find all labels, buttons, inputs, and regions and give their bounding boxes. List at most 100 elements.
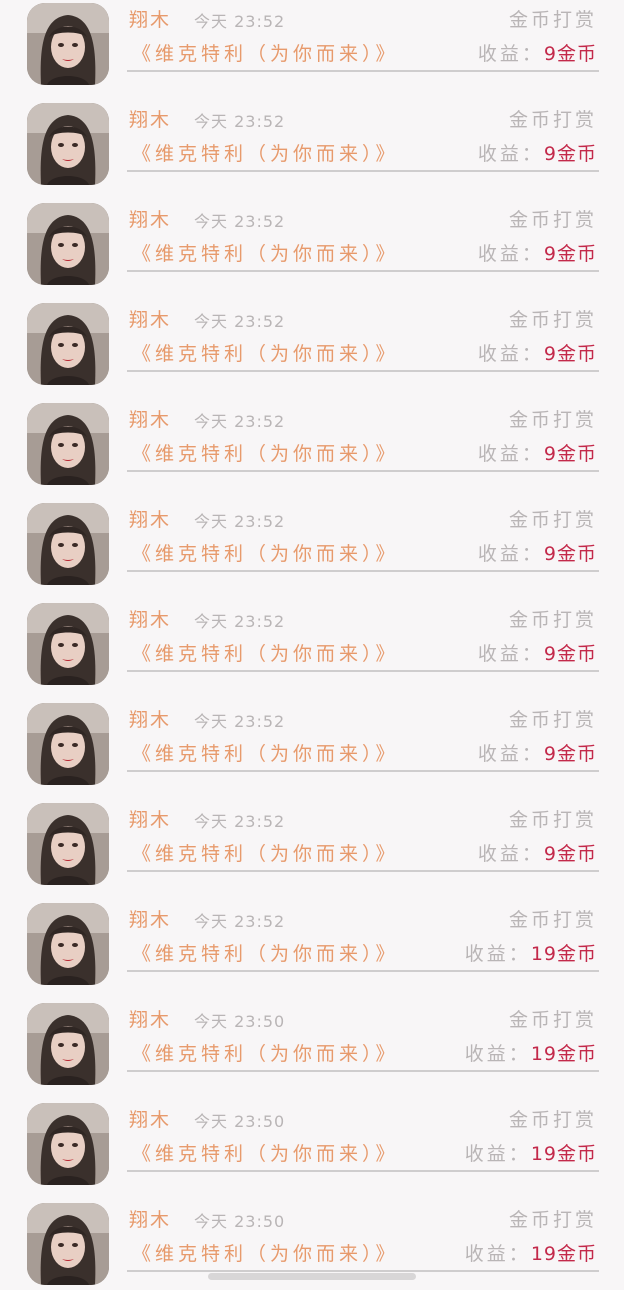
reward-type: 金币打赏	[508, 1109, 597, 1131]
divider	[127, 670, 599, 672]
timestamp: 今天 23:52	[194, 612, 286, 631]
user-name[interactable]: 翔木	[129, 305, 171, 332]
avatar[interactable]	[27, 303, 109, 385]
avatar[interactable]	[27, 1003, 109, 1085]
book-title[interactable]: 《维克特利（为你而来）》	[132, 439, 399, 466]
divider	[127, 370, 599, 372]
book-title[interactable]: 《维克特利（为你而来）》	[132, 1239, 399, 1266]
earnings-value: 19金币	[530, 1043, 597, 1065]
avatar[interactable]	[27, 1203, 109, 1285]
avatar[interactable]	[27, 603, 109, 685]
user-name[interactable]: 翔木	[129, 5, 171, 32]
earnings: 收益：9金币	[478, 639, 597, 666]
avatar[interactable]	[27, 703, 109, 785]
divider	[127, 1270, 599, 1272]
record-row[interactable]: 翔木 今天 23:52 金币打赏 《维克特利（为你而来）》 收益：9金币	[0, 790, 624, 890]
user-name[interactable]: 翔木	[129, 1105, 171, 1132]
timestamp: 今天 23:52	[194, 712, 286, 731]
avatar[interactable]	[27, 1103, 109, 1185]
record-row[interactable]: 翔木 今天 23:52 金币打赏 《维克特利（为你而来）》 收益：9金币	[0, 590, 624, 690]
record-row[interactable]: 翔木 今天 23:52 金币打赏 《维克特利（为你而来）》 收益：9金币	[0, 290, 624, 390]
earnings: 收益：9金币	[478, 339, 597, 366]
reward-type: 金币打赏	[508, 409, 597, 431]
user-name[interactable]: 翔木	[129, 605, 171, 632]
record-row[interactable]: 翔木 今天 23:52 金币打赏 《维克特利（为你而来）》 收益：19金币	[0, 890, 624, 990]
earnings-label: 收益：	[464, 1243, 531, 1265]
earnings: 收益：19金币	[465, 1239, 597, 1266]
book-title[interactable]: 《维克特利（为你而来）》	[132, 739, 399, 766]
reward-type: 金币打赏	[508, 509, 597, 531]
book-title[interactable]: 《维克特利（为你而来）》	[132, 939, 399, 966]
avatar[interactable]	[27, 103, 109, 185]
earnings-label: 收益：	[464, 943, 531, 965]
book-title[interactable]: 《维克特利（为你而来）》	[132, 1039, 399, 1066]
user-name[interactable]: 翔木	[129, 1005, 171, 1032]
earnings: 收益：9金币	[478, 39, 597, 66]
book-title[interactable]: 《维克特利（为你而来）》	[132, 839, 399, 866]
home-indicator	[208, 1273, 416, 1280]
book-title[interactable]: 《维克特利（为你而来）》	[132, 339, 399, 366]
user-name[interactable]: 翔木	[129, 105, 171, 132]
book-title[interactable]: 《维克特利（为你而来）》	[132, 539, 399, 566]
book-title[interactable]: 《维克特利（为你而来）》	[132, 139, 399, 166]
record-row[interactable]: 翔木 今天 23:50 金币打赏《维克特利（为你而来）》 收益：19金币	[0, 1090, 624, 1190]
timestamp: 今天 23:52	[194, 12, 286, 31]
earnings: 收益：9金币	[478, 139, 597, 166]
user-name[interactable]: 翔木	[129, 505, 171, 532]
timestamp: 今天 23:52	[194, 512, 286, 531]
reward-type: 金币打赏	[508, 9, 597, 31]
earnings: 收益：9金币	[478, 739, 597, 766]
divider	[127, 1070, 599, 1072]
record-row[interactable]: 翔木 今天 23:52 金币打赏 《维克特利（为你而来）》 收益：9金币	[0, 690, 624, 790]
book-title[interactable]: 《维克特利（为你而来）》	[132, 239, 399, 266]
user-name[interactable]: 翔木	[129, 905, 171, 932]
earnings-value: 9金币	[543, 543, 597, 565]
reward-type: 金币打赏	[508, 1209, 597, 1231]
record-row[interactable]: 翔木 今天 23:50 金币打赏 《维克特利（为你而来）》 收益：19金币	[0, 990, 624, 1090]
divider	[127, 70, 599, 72]
record-row[interactable]: 翔木 今天 23:52 金币打赏《维克特利（为你而来）》 收益：9金币	[0, 490, 624, 590]
earnings: 收益：19金币	[465, 1039, 597, 1066]
book-title[interactable]: 《维克特利（为你而来）》	[132, 39, 399, 66]
user-name[interactable]: 翔木	[129, 805, 171, 832]
divider	[127, 970, 599, 972]
earnings-label: 收益：	[464, 1143, 531, 1165]
avatar[interactable]	[27, 403, 109, 485]
earnings-value: 9金币	[543, 343, 597, 365]
record-row[interactable]: 翔木 今天 23:52 金币打赏 《维克特利（为你而来）》 收益：9金币	[0, 190, 624, 290]
user-name[interactable]: 翔木	[129, 205, 171, 232]
earnings-value: 19金币	[530, 1143, 597, 1165]
record-row[interactable]: 翔木 今天 23:52 金币打赏 《维克特利（为你而来）》 收益：9金币	[0, 90, 624, 190]
timestamp: 今天 23:52	[194, 412, 286, 431]
divider	[127, 470, 599, 472]
book-title[interactable]: 《维克特利（为你而来）》	[132, 1139, 399, 1166]
avatar[interactable]	[27, 203, 109, 285]
avatar[interactable]	[27, 3, 109, 85]
earnings-value: 9金币	[543, 443, 597, 465]
timestamp: 今天 23:50	[194, 1112, 286, 1131]
record-row[interactable]: 翔木 今天 23:52 金币打赏《维克特利（为你而来）》 收益：9金币	[0, 390, 624, 490]
avatar[interactable]	[27, 503, 109, 585]
divider	[127, 770, 599, 772]
earnings-label: 收益：	[477, 343, 544, 365]
timestamp: 今天 23:50	[194, 1012, 286, 1031]
avatar[interactable]	[27, 803, 109, 885]
earnings-value: 9金币	[543, 643, 597, 665]
user-name[interactable]: 翔木	[129, 405, 171, 432]
earnings-value: 19金币	[530, 1243, 597, 1265]
book-title[interactable]: 《维克特利（为你而来）》	[132, 639, 399, 666]
earnings: 收益：9金币	[478, 439, 597, 466]
earnings-value: 9金币	[543, 143, 597, 165]
user-name[interactable]: 翔木	[129, 705, 171, 732]
earnings-label: 收益：	[477, 643, 544, 665]
timestamp: 今天 23:52	[194, 112, 286, 131]
divider	[127, 570, 599, 572]
earnings-label: 收益：	[477, 443, 544, 465]
timestamp: 今天 23:52	[194, 312, 286, 331]
earnings-label: 收益：	[477, 543, 544, 565]
record-row[interactable]: 翔木 今天 23:52 金币打赏《维克特利（为你而来）》 收益：9金币	[0, 0, 624, 90]
timestamp: 今天 23:52	[194, 212, 286, 231]
avatar[interactable]	[27, 903, 109, 985]
reward-type: 金币打赏	[508, 809, 597, 831]
user-name[interactable]: 翔木	[129, 1205, 171, 1232]
